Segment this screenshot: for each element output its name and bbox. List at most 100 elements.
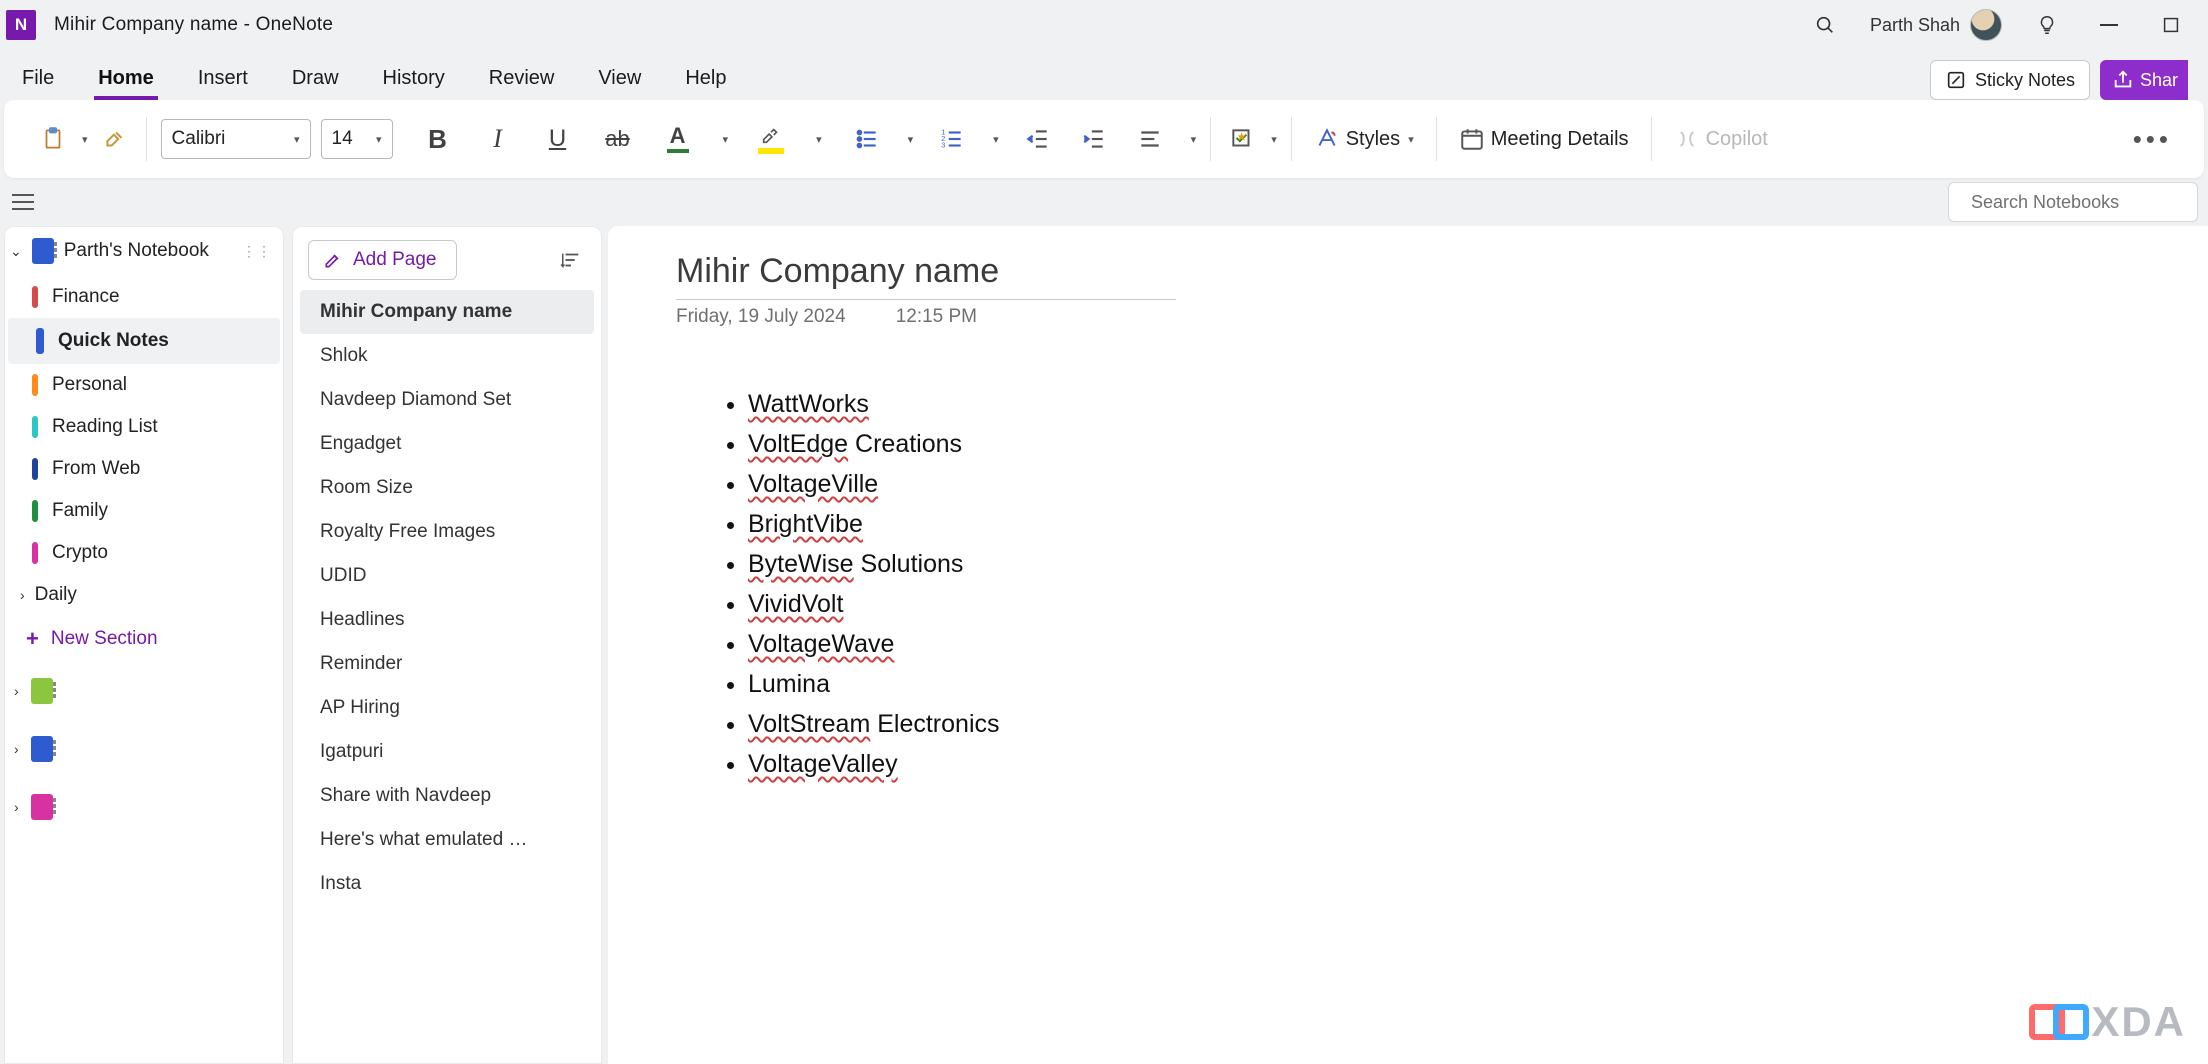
page-item[interactable]: Shlok [292,334,602,378]
list-item[interactable]: VoltageValley [748,744,2208,784]
page-item[interactable]: Insta [292,862,602,906]
font-name-select[interactable]: Calibri▾ [161,119,311,159]
tags-button[interactable] [1225,119,1259,159]
new-section-button[interactable]: + New Section [4,616,284,662]
other-notebook-row[interactable]: › [4,662,284,720]
list-item[interactable]: VoltEdge Creations [748,424,2208,464]
strikethrough-button[interactable]: ab [601,119,635,159]
other-notebook-row[interactable]: › [4,778,284,836]
italic-button[interactable]: I [481,119,515,159]
ribbon-more-button[interactable]: ••• [2133,119,2172,159]
bullets-button[interactable] [850,119,884,159]
styles-button[interactable]: Styles ▾ [1306,119,1422,159]
menu-help[interactable]: Help [681,61,730,100]
page-item[interactable]: AP Hiring [292,686,602,730]
minimize-button[interactable] [2092,8,2126,42]
section-quick-notes[interactable]: Quick Notes [8,318,280,364]
sticky-notes-button[interactable]: Sticky Notes [1930,60,2090,100]
section-reading-list[interactable]: Reading List [4,406,284,448]
section-family[interactable]: Family [4,490,284,532]
numbering-chevron-icon[interactable]: ▾ [993,133,999,146]
list-item[interactable]: ByteWise Solutions [748,544,2208,584]
meeting-details-button[interactable]: Meeting Details [1451,119,1637,159]
paste-button[interactable] [36,119,70,159]
spell-error: VoltStream [748,710,870,738]
list-item[interactable]: VoltageWave [748,624,2208,664]
menu-file[interactable]: File [18,61,58,100]
search-icon[interactable] [1808,8,1842,42]
list-item[interactable]: Lumina [748,664,2208,704]
page-item[interactable]: Royalty Free Images [292,510,602,554]
page-item[interactable]: Reminder [292,642,602,686]
menu-insert[interactable]: Insert [194,61,252,100]
highlight-button[interactable] [754,119,788,159]
align-chevron-icon[interactable]: ▾ [1191,133,1197,146]
menu-review[interactable]: Review [485,61,559,100]
highlight-chevron-icon[interactable]: ▾ [816,133,822,146]
menu-view[interactable]: View [594,61,645,100]
maximize-button[interactable] [2154,8,2188,42]
page-item[interactable]: Igatpuri [292,730,602,774]
page-item[interactable]: UDID [292,554,602,598]
list-item[interactable]: VoltageVille [748,464,2208,504]
font-size-value: 14 [332,128,353,150]
section-group-label: Daily [35,584,77,606]
bold-button[interactable]: B [421,119,455,159]
paste-chevron-icon[interactable]: ▾ [82,133,88,146]
chevron-down-icon: ▾ [294,133,300,146]
list-item[interactable]: BrightVibe [748,504,2208,544]
notebook-name: Parth's Notebook [64,240,209,262]
menu-draw[interactable]: Draw [288,61,343,100]
chevron-down-icon: ⌄ [10,243,22,260]
page-item[interactable]: Mihir Company name [300,290,594,334]
list-item[interactable]: WattWorks [748,384,2208,424]
menu-home[interactable]: Home [94,61,158,100]
drag-handle-icon[interactable]: ⋮⋮ [242,243,272,260]
new-section-label: New Section [51,628,158,650]
section-finance[interactable]: Finance [4,276,284,318]
navigation-toggle-button[interactable] [12,194,42,210]
menu-history[interactable]: History [379,61,449,100]
note-body[interactable]: WattWorksVoltEdge CreationsVoltageVilleB… [676,384,2208,784]
page-item[interactable]: Navdeep Diamond Set [292,378,602,422]
search-field[interactable] [1971,192,2203,213]
align-button[interactable] [1133,119,1167,159]
section-personal[interactable]: Personal [4,364,284,406]
font-color-button[interactable]: A [661,119,695,159]
notebook-header[interactable]: ⌄ Parth's Notebook ⋮⋮ [4,226,284,276]
share-button[interactable]: Shar [2100,60,2188,100]
underline-button[interactable]: U [541,119,575,159]
page-item[interactable]: Headlines [292,598,602,642]
indent-button[interactable] [1077,119,1111,159]
page-title[interactable]: Mihir Company name [676,252,2208,295]
other-notebook-row[interactable]: › [4,720,284,778]
copilot-button[interactable]: Copilot [1666,119,1776,159]
section-group[interactable]: › Daily [4,574,284,616]
sort-pages-button[interactable] [554,240,588,280]
list-item[interactable]: VoltStream Electronics [748,704,2208,744]
page-item[interactable]: Here's what emulated … [292,818,602,862]
add-page-button[interactable]: Add Page [308,240,457,280]
account-button[interactable]: Parth Shah [1870,9,2002,41]
lightbulb-icon[interactable] [2030,8,2064,42]
list-item[interactable]: VividVolt [748,584,2208,624]
note-canvas[interactable]: Mihir Company name Friday, 19 July 2024 … [608,226,2208,1064]
outdent-button[interactable] [1021,119,1055,159]
section-crypto[interactable]: Crypto [4,532,284,574]
copilot-label: Copilot [1706,128,1768,151]
page-item[interactable]: Engadget [292,422,602,466]
format-painter-button[interactable] [98,119,132,159]
section-from-web[interactable]: From Web [4,448,284,490]
search-notebooks-input[interactable] [1948,182,2198,222]
tags-chevron-icon[interactable]: ▾ [1271,133,1277,146]
notebook-icon [31,678,53,704]
sections-panel: ⌄ Parth's Notebook ⋮⋮ FinanceQuick Notes… [4,226,284,1064]
chevron-right-icon: › [20,587,25,603]
font-color-chevron-icon[interactable]: ▾ [723,133,729,146]
page-item[interactable]: Room Size [292,466,602,510]
page-item[interactable]: Share with Navdeep [292,774,602,818]
bullets-chevron-icon[interactable]: ▾ [908,133,914,146]
spell-error: VoltEdge [748,430,848,458]
font-size-select[interactable]: 14▾ [321,119,393,159]
numbering-button[interactable]: 123 [935,119,969,159]
